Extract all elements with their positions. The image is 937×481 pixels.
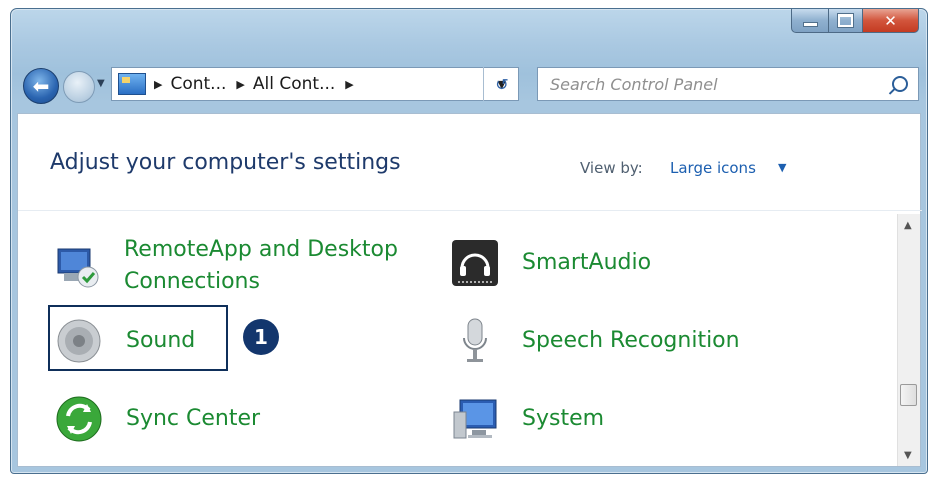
item-label: RemoteApp and Desktop [124, 237, 398, 262]
sound-highlight-box [48, 305, 228, 371]
forward-button[interactable] [63, 71, 95, 103]
header-divider [18, 210, 922, 211]
item-system[interactable]: System [450, 394, 604, 444]
vertical-scrollbar[interactable]: ▲ ▼ [897, 214, 920, 466]
computer-icon [453, 399, 497, 439]
microphone-icon [463, 318, 487, 362]
item-speech-recognition[interactable]: Speech Recognition [450, 316, 740, 366]
item-sync-center[interactable]: Sync Center [54, 394, 260, 444]
breadcrumb-arrow-icon[interactable]: ▶ [345, 78, 353, 91]
page-title: Adjust your computer's settings [50, 150, 401, 175]
control-panel-icon [118, 73, 146, 95]
sync-icon [56, 396, 102, 442]
search-icon[interactable] [892, 76, 908, 92]
maximize-button[interactable] [829, 9, 863, 33]
item-label: Connections [124, 269, 260, 294]
breadcrumb-control-panel[interactable]: Cont... [170, 74, 226, 94]
smartaudio-icon [452, 240, 498, 286]
scroll-up-icon[interactable]: ▲ [904, 220, 912, 231]
item-smartaudio[interactable]: SmartAudio [450, 238, 651, 288]
search-input[interactable] [548, 73, 872, 95]
item-remoteapp[interactable]: RemoteApp and Desktop Connections [52, 234, 398, 298]
back-arrow-icon: ⬅ [32, 74, 50, 98]
close-icon: ✕ [884, 11, 897, 30]
item-label: SmartAudio [522, 250, 652, 275]
close-button[interactable]: ✕ [863, 9, 919, 33]
refresh-button[interactable]: ↺ [483, 67, 520, 101]
breadcrumb-arrow-icon[interactable]: ▶ [236, 78, 244, 91]
maximize-icon [838, 14, 853, 27]
callout-badge: 1 [243, 319, 279, 355]
control-panel-window: ✕ ⬅ ▼ ▶ Cont... ▶ All Cont... ▶ ▼ ↺ Adju… [10, 8, 928, 474]
scroll-down-icon[interactable]: ▼ [904, 450, 912, 461]
item-label: Sync Center [126, 406, 261, 431]
minimize-button[interactable] [791, 9, 829, 33]
item-label: Speech Recognition [522, 328, 740, 353]
recent-pages-button[interactable]: ▼ [97, 78, 105, 89]
breadcrumb-all-items[interactable]: All Cont... [253, 74, 335, 94]
back-button[interactable]: ⬅ [23, 68, 59, 104]
caption-buttons: ✕ [791, 9, 919, 39]
navigation-bar: ⬅ ▼ ▶ Cont... ▶ All Cont... ▶ ▼ ↺ [11, 65, 927, 105]
breadcrumb-arrow-icon[interactable]: ▶ [154, 78, 162, 91]
address-bar[interactable]: ▶ Cont... ▶ All Cont... ▶ ▼ [111, 67, 519, 101]
refresh-icon: ↺ [495, 74, 509, 94]
scroll-thumb[interactable] [900, 384, 917, 406]
search-box[interactable] [537, 67, 919, 101]
view-by-label: View by: [580, 159, 643, 177]
view-by-dropdown[interactable]: Large icons [670, 159, 756, 177]
chevron-down-icon[interactable]: ▼ [778, 161, 786, 174]
content-pane: Adjust your computer's settings View by:… [17, 113, 922, 467]
minimize-icon [802, 22, 818, 27]
item-label: System [522, 406, 605, 431]
remoteapp-icon [57, 248, 99, 288]
